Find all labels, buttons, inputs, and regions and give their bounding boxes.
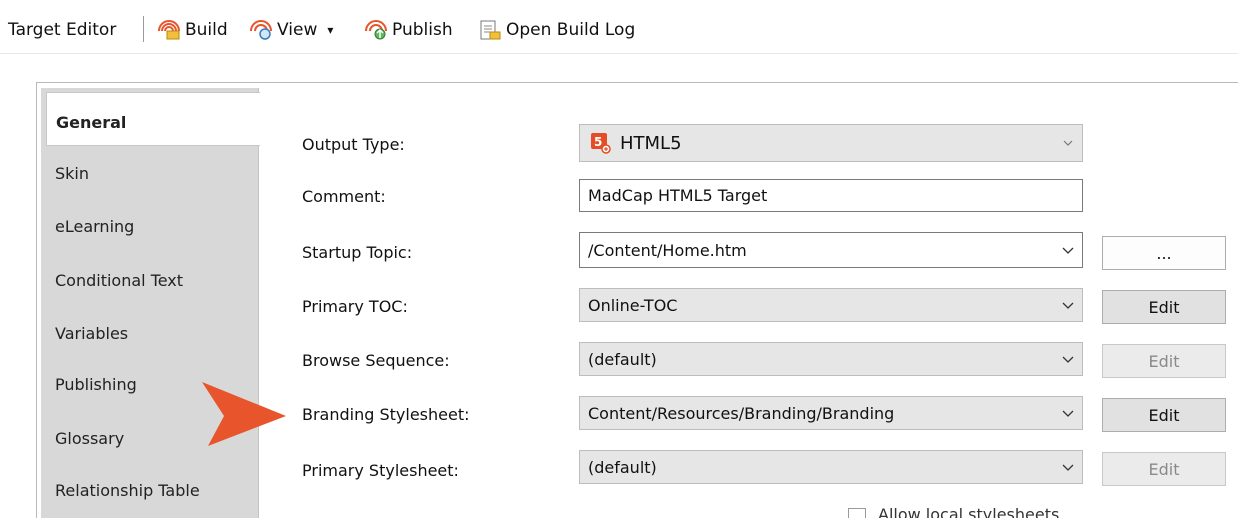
tab-variables[interactable]: Variables [55, 324, 128, 343]
chevron-down-icon [1054, 302, 1082, 309]
branding-stylesheet-label: Branding Stylesheet: [302, 405, 470, 424]
toolbar-separator [143, 16, 144, 42]
tab-elearning[interactable]: eLearning [55, 217, 134, 236]
tab-relationship-table[interactable]: Relationship Table [55, 481, 200, 500]
publish-button[interactable]: Publish [364, 18, 453, 42]
tab-glossary[interactable]: Glossary [55, 429, 124, 448]
comment-input[interactable]: MadCap HTML5 Target [579, 179, 1083, 212]
allow-local-stylesheets-checkbox[interactable] [848, 508, 866, 518]
primary-stylesheet-edit-button[interactable]: Edit [1102, 452, 1226, 486]
primary-toc-label: Primary TOC: [302, 297, 408, 316]
build-label: Build [185, 20, 228, 40]
view-dropdown-caret[interactable]: ▾ [327, 23, 333, 37]
tab-conditional-text[interactable]: Conditional Text [55, 271, 183, 290]
callout-arrow-icon [198, 378, 288, 454]
svg-text:5: 5 [594, 135, 602, 149]
branding-stylesheet-value: Content/Resources/Branding/Branding [588, 403, 895, 423]
build-icon [157, 19, 181, 41]
open-build-log-button[interactable]: Open Build Log [478, 18, 635, 42]
tab-skin[interactable]: Skin [55, 164, 89, 183]
browse-sequence-label: Browse Sequence: [302, 351, 450, 370]
branding-stylesheet-select[interactable]: Content/Resources/Branding/Branding [579, 396, 1083, 430]
build-button[interactable]: Build [157, 18, 228, 42]
primary-toc-value: Online-TOC [588, 295, 678, 315]
view-button[interactable]: View ▾ [249, 18, 333, 42]
output-type-select[interactable]: 5 HTML5 [579, 124, 1083, 162]
chevron-down-icon [1054, 464, 1082, 471]
editor-title: Target Editor [8, 20, 117, 40]
view-label: View [277, 20, 318, 40]
chevron-down-icon[interactable] [1054, 247, 1082, 254]
chevron-down-icon [1054, 410, 1082, 417]
html5-icon: 5 [590, 132, 612, 154]
output-type-label: Output Type: [302, 135, 405, 154]
primary-stylesheet-select[interactable]: (default) [579, 450, 1083, 484]
branding-stylesheet-edit-button[interactable]: Edit [1102, 398, 1226, 432]
tab-publishing[interactable]: Publishing [55, 375, 137, 394]
view-icon [249, 19, 273, 41]
comment-label: Comment: [302, 187, 386, 206]
comment-value: MadCap HTML5 Target [588, 186, 768, 205]
browse-sequence-select[interactable]: (default) [579, 342, 1083, 376]
toolbar: Target Editor Build View ▾ Publish Open … [0, 0, 1238, 54]
allow-local-stylesheets-label: Allow local stylesheets [878, 505, 1060, 518]
primary-toc-edit-button[interactable]: Edit [1102, 290, 1226, 324]
publish-icon [364, 19, 388, 41]
startup-topic-browse-button[interactable]: ... [1102, 236, 1226, 270]
tab-label: General [56, 113, 127, 132]
chevron-down-icon [1054, 356, 1082, 363]
primary-toc-select[interactable]: Online-TOC [579, 288, 1083, 322]
startup-topic-label: Startup Topic: [302, 243, 413, 262]
browse-sequence-value: (default) [588, 349, 657, 369]
primary-stylesheet-value: (default) [588, 457, 657, 477]
startup-topic-combo[interactable]: /Content/Home.htm [579, 232, 1083, 268]
open-build-log-icon [478, 19, 502, 41]
primary-stylesheet-label: Primary Stylesheet: [302, 461, 459, 480]
browse-sequence-edit-button[interactable]: Edit [1102, 344, 1226, 378]
output-type-value: HTML5 [620, 132, 682, 154]
open-build-log-label: Open Build Log [506, 20, 636, 40]
startup-topic-value: /Content/Home.htm [588, 240, 747, 260]
publish-label: Publish [392, 20, 453, 40]
chevron-down-icon [1054, 140, 1082, 146]
tab-general[interactable]: General [46, 92, 260, 146]
